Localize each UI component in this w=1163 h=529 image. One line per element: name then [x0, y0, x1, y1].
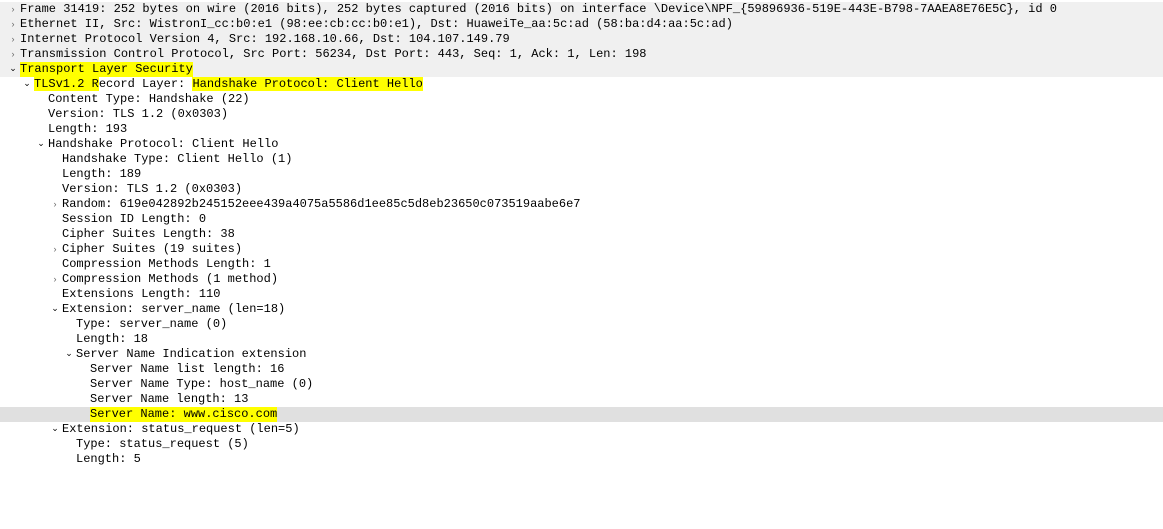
random-row[interactable]: › Random: 619e042892b245152eee439a4075a5…	[0, 197, 1163, 212]
handshake-header: Handshake Protocol: Client Hello	[48, 137, 278, 152]
record-length: Length: 193	[48, 122, 127, 137]
eth-summary: Ethernet II, Src: WistronI_cc:b0:e1 (98:…	[20, 17, 733, 32]
frame-summary: Frame 31419: 252 bytes on wire (2016 bit…	[20, 2, 1057, 17]
comp-len: Compression Methods Length: 1	[62, 257, 271, 272]
sni-name-len-row[interactable]: Server Name length: 13	[0, 392, 1163, 407]
handshake-type: Handshake Type: Client Hello (1)	[62, 152, 292, 167]
handshake-length-row[interactable]: Length: 189	[0, 167, 1163, 182]
eth-summary-row[interactable]: › Ethernet II, Src: WistronI_cc:b0:e1 (9…	[0, 17, 1163, 32]
ip-summary-row[interactable]: › Internet Protocol Version 4, Src: 192.…	[0, 32, 1163, 47]
ip-summary: Internet Protocol Version 4, Src: 192.16…	[20, 32, 510, 47]
ext-servername-row[interactable]: ⌄ Extension: server_name (len=18)	[0, 302, 1163, 317]
content-type: Content Type: Handshake (22)	[48, 92, 250, 107]
chevron-right-icon[interactable]: ›	[6, 2, 20, 17]
sn-type-row[interactable]: Type: server_name (0)	[0, 317, 1163, 332]
comp-methods-row[interactable]: › Compression Methods (1 method)	[0, 272, 1163, 287]
chevron-down-icon[interactable]: ⌄	[62, 346, 76, 361]
cipher-suites-row[interactable]: › Cipher Suites (19 suites)	[0, 242, 1163, 257]
sni-name: Server Name: www.cisco.com	[90, 407, 277, 422]
chevron-right-icon[interactable]: ›	[6, 47, 20, 62]
tcp-summary-row[interactable]: › Transmission Control Protocol, Src Por…	[0, 47, 1163, 62]
sni-name-len: Server Name length: 13	[90, 392, 248, 407]
handshake-length: Length: 189	[62, 167, 141, 182]
sn-length: Length: 18	[76, 332, 148, 347]
handshake-type-row[interactable]: Handshake Type: Client Hello (1)	[0, 152, 1163, 167]
sni-list-len: Server Name list length: 16	[90, 362, 284, 377]
ext-status-row[interactable]: ⌄ Extension: status_request (len=5)	[0, 422, 1163, 437]
sni-type: Server Name Type: host_name (0)	[90, 377, 313, 392]
chevron-right-icon[interactable]: ›	[48, 242, 62, 257]
sni-type-row[interactable]: Server Name Type: host_name (0)	[0, 377, 1163, 392]
handshake-header-row[interactable]: ⌄ Handshake Protocol: Client Hello	[0, 137, 1163, 152]
comp-methods: Compression Methods (1 method)	[62, 272, 278, 287]
random: Random: 619e042892b245152eee439a4075a558…	[62, 197, 580, 212]
chevron-right-icon[interactable]: ›	[48, 272, 62, 287]
chevron-down-icon[interactable]: ⌄	[48, 301, 62, 316]
chevron-down-icon[interactable]: ⌄	[34, 136, 48, 151]
chevron-down-icon[interactable]: ⌄	[48, 421, 62, 436]
comp-len-row[interactable]: Compression Methods Length: 1	[0, 257, 1163, 272]
tls-record-row[interactable]: ⌄ TLSv1.2 Record Layer: Handshake Protoc…	[0, 77, 1163, 92]
status-type: Type: status_request (5)	[76, 437, 249, 452]
sn-type: Type: server_name (0)	[76, 317, 227, 332]
ext-servername: Extension: server_name (len=18)	[62, 302, 285, 317]
chevron-right-icon[interactable]: ›	[6, 17, 20, 32]
sni-name-row[interactable]: Server Name: www.cisco.com	[0, 407, 1163, 422]
sni-header: Server Name Indication extension	[76, 347, 306, 362]
content-type-row[interactable]: Content Type: Handshake (22)	[0, 92, 1163, 107]
handshake-version: Version: TLS 1.2 (0x0303)	[62, 182, 242, 197]
session-id-len-row[interactable]: Session ID Length: 0	[0, 212, 1163, 227]
cipher-len-row[interactable]: Cipher Suites Length: 38	[0, 227, 1163, 242]
sni-list-len-row[interactable]: Server Name list length: 16	[0, 362, 1163, 377]
chevron-down-icon[interactable]: ⌄	[6, 61, 20, 76]
handshake-version-row[interactable]: Version: TLS 1.2 (0x0303)	[0, 182, 1163, 197]
chevron-right-icon[interactable]: ›	[6, 32, 20, 47]
frame-summary-row[interactable]: › Frame 31419: 252 bytes on wire (2016 b…	[0, 2, 1163, 17]
sn-length-row[interactable]: Length: 18	[0, 332, 1163, 347]
record-version: Version: TLS 1.2 (0x0303)	[48, 107, 228, 122]
cipher-len: Cipher Suites Length: 38	[62, 227, 235, 242]
sni-header-row[interactable]: ⌄ Server Name Indication extension	[0, 347, 1163, 362]
chevron-right-icon[interactable]: ›	[48, 197, 62, 212]
status-type-row[interactable]: Type: status_request (5)	[0, 437, 1163, 452]
status-length-row[interactable]: Length: 5	[0, 452, 1163, 467]
cipher-suites: Cipher Suites (19 suites)	[62, 242, 242, 257]
session-id-len: Session ID Length: 0	[62, 212, 206, 227]
record-length-row[interactable]: Length: 193	[0, 122, 1163, 137]
chevron-down-icon[interactable]: ⌄	[20, 76, 34, 91]
ext-len: Extensions Length: 110	[62, 287, 220, 302]
status-length: Length: 5	[76, 452, 141, 467]
ext-len-row[interactable]: Extensions Length: 110	[0, 287, 1163, 302]
tls-header-row[interactable]: ⌄ Transport Layer Security	[0, 62, 1163, 77]
record-version-row[interactable]: Version: TLS 1.2 (0x0303)	[0, 107, 1163, 122]
tls-header: Transport Layer Security	[20, 62, 193, 77]
ext-status: Extension: status_request (len=5)	[62, 422, 300, 437]
tcp-summary: Transmission Control Protocol, Src Port:…	[20, 47, 647, 62]
tls-record-label: TLSv1.2 Record Layer: Handshake Protocol…	[34, 77, 423, 92]
